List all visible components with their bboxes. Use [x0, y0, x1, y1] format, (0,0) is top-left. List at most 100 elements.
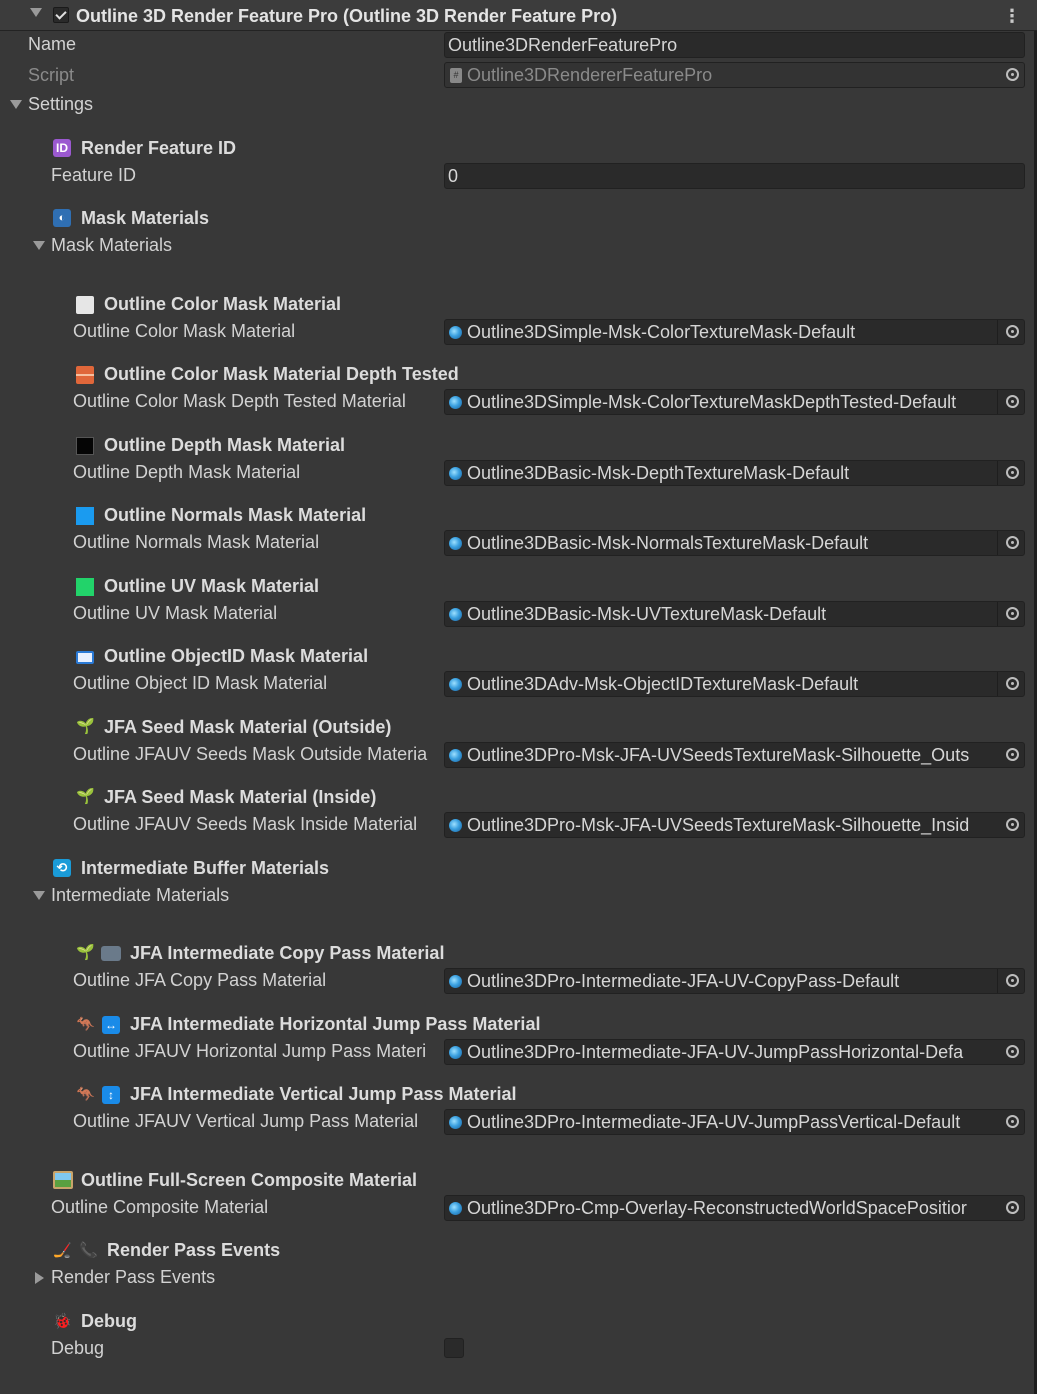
debug-heading: Debug — [81, 1311, 137, 1331]
mask-item-label: Outline Object ID Mask Material — [73, 673, 328, 693]
material-value: Outline3DPro-Msk-JFA-UVSeedsTextureMask-… — [467, 815, 970, 835]
object-picker-icon[interactable] — [1006, 677, 1019, 690]
material-value: Outline3DPro-Intermediate-JFA-UV-JumpPas… — [467, 1042, 964, 1062]
name-label: Name — [28, 34, 77, 54]
more-options-icon[interactable]: ⋮ — [1003, 6, 1021, 26]
material-icon — [449, 749, 462, 762]
mask-materials-foldout[interactable]: Mask Materials — [51, 235, 172, 256]
object-picker-icon[interactable] — [1006, 974, 1019, 987]
seedling-icon: 🌱 — [76, 788, 95, 805]
material-value: Outline3DPro-Intermediate-JFA-UV-CopyPas… — [467, 971, 900, 991]
hockey-icon: 🏒 — [53, 1242, 72, 1259]
mask-item-label: Outline JFAUV Seeds Mask Inside Material — [73, 814, 418, 834]
intermediate-item-field[interactable]: Outline3DPro-Intermediate-JFA-UV-JumpPas… — [444, 1109, 1025, 1135]
object-picker-icon — [1006, 68, 1019, 81]
mask-item-field[interactable]: Outline3DPro-Msk-JFA-UVSeedsTextureMask-… — [444, 812, 1025, 838]
blue-square-icon — [76, 507, 94, 525]
render-pass-events-heading: Render Pass Events — [107, 1240, 281, 1260]
mask-materials-heading: Mask Materials — [81, 208, 210, 228]
mask-item-heading: Outline Normals Mask Material — [104, 505, 367, 525]
material-value: Outline3DPro-Intermediate-JFA-UV-JumpPas… — [467, 1112, 961, 1132]
object-picker-icon[interactable] — [1006, 818, 1019, 831]
object-picker-icon[interactable] — [1006, 1201, 1019, 1214]
object-picker-icon[interactable] — [1006, 325, 1019, 338]
id-card-icon — [76, 651, 94, 664]
left-right-arrow-icon: ↔ — [102, 1016, 120, 1034]
object-picker-icon[interactable] — [1006, 1115, 1019, 1128]
mask-item-field[interactable]: Outline3DSimple-Msk-ColorTextureMaskDept… — [444, 389, 1025, 415]
intermediate-heading: Intermediate Buffer Materials — [81, 858, 330, 878]
debug-label: Debug — [51, 1338, 105, 1358]
camera-icon — [101, 946, 121, 961]
object-picker-icon[interactable] — [1006, 466, 1019, 479]
mask-item-label: Outline JFAUV Seeds Mask Outside Materia — [73, 744, 428, 764]
foldout-arrow-icon[interactable] — [30, 8, 42, 17]
script-value: Outline3DRendererFeaturePro — [467, 65, 713, 85]
intermediate-materials-foldout[interactable]: Intermediate Materials — [51, 885, 229, 906]
material-value: Outline3DBasic-Msk-DepthTextureMask-Defa… — [467, 463, 850, 483]
material-icon — [449, 1116, 462, 1129]
intermediate-item-field[interactable]: Outline3DPro-Intermediate-JFA-UV-CopyPas… — [444, 968, 1025, 994]
render-pass-events-foldout[interactable]: Render Pass Events — [51, 1267, 215, 1288]
ladybug-icon: 🐞 — [53, 1313, 72, 1330]
object-picker-icon[interactable] — [1006, 1045, 1019, 1058]
enabled-checkbox[interactable] — [53, 7, 69, 23]
material-icon — [449, 1202, 462, 1215]
script-label: Script — [28, 65, 75, 85]
intermediate-item-heading: JFA Intermediate Horizontal Jump Pass Ma… — [130, 1014, 541, 1034]
picture-icon — [53, 1171, 73, 1189]
white-square-icon — [76, 296, 94, 314]
mask-item-label: Outline Color Mask Depth Tested Material — [73, 391, 406, 411]
feature-id-input[interactable]: 0 — [444, 163, 1025, 189]
material-icon — [449, 467, 462, 480]
object-picker-icon[interactable] — [1006, 395, 1019, 408]
mask-foldout-arrow-icon[interactable] — [33, 241, 45, 250]
settings-foldout-arrow-icon[interactable] — [10, 100, 22, 109]
render-feature-id-heading: Render Feature ID — [81, 138, 237, 158]
material-value: Outline3DSimple-Msk-ColorTextureMaskDept… — [467, 392, 957, 412]
id-icon: ID — [53, 139, 71, 157]
intermediate-item-heading: JFA Intermediate Copy Pass Material — [130, 943, 445, 963]
material-icon — [449, 608, 462, 621]
mask-item-field[interactable]: Outline3DAdv-Msk-ObjectIDTextureMask-Def… — [444, 671, 1025, 697]
material-icon — [449, 396, 462, 409]
mask-item-heading: JFA Seed Mask Material (Outside) — [104, 717, 392, 737]
material-value: Outline3DBasic-Msk-UVTextureMask-Default — [467, 604, 827, 624]
refresh-icon: ⟲ — [53, 859, 71, 877]
mask-item-field[interactable]: Outline3DBasic-Msk-UVTextureMask-Default — [444, 601, 1025, 627]
settings-foldout[interactable]: Settings — [28, 94, 93, 115]
mask-item-field[interactable]: Outline3DBasic-Msk-DepthTextureMask-Defa… — [444, 460, 1025, 486]
object-picker-icon[interactable] — [1006, 536, 1019, 549]
material-value: Outline3DSimple-Msk-ColorTextureMask-Def… — [467, 322, 856, 342]
object-picker-icon[interactable] — [1006, 748, 1019, 761]
intermediate-item-label: Outline JFAUV Horizontal Jump Pass Mater… — [73, 1041, 427, 1061]
seedling-icon: 🌱 — [76, 944, 95, 961]
material-value: Outline3DAdv-Msk-ObjectIDTextureMask-Def… — [467, 674, 859, 694]
mask-item-field[interactable]: Outline3DSimple-Msk-ColorTextureMask-Def… — [444, 319, 1025, 345]
object-picker-icon[interactable] — [1006, 607, 1019, 620]
mask-item-field[interactable]: Outline3DBasic-Msk-NormalsTextureMask-De… — [444, 530, 1025, 556]
composite-field[interactable]: Outline3DPro-Cmp-Overlay-ReconstructedWo… — [444, 1195, 1025, 1221]
intermediate-item-label: Outline JFA Copy Pass Material — [73, 970, 327, 990]
material-value: Outline3DBasic-Msk-NormalsTextureMask-De… — [467, 533, 869, 553]
component-title: Outline 3D Render Feature Pro (Outline 3… — [76, 6, 618, 26]
seedling-icon: 🌱 — [76, 718, 95, 735]
mask-item-heading: JFA Seed Mask Material (Inside) — [104, 787, 377, 807]
material-icon — [449, 537, 462, 550]
intermediate-foldout-arrow-icon[interactable] — [33, 891, 45, 900]
mask-icon: ◐ — [53, 209, 71, 227]
mask-item-heading: Outline ObjectID Mask Material — [104, 646, 369, 666]
name-input[interactable]: Outline3DRenderFeaturePro — [444, 32, 1025, 58]
mask-item-label: Outline Color Mask Material — [73, 321, 296, 341]
kangaroo-icon: 🦘 — [76, 1086, 95, 1103]
black-square-icon — [76, 437, 94, 455]
material-icon — [449, 975, 462, 988]
intermediate-item-field[interactable]: Outline3DPro-Intermediate-JFA-UV-JumpPas… — [444, 1039, 1025, 1065]
intermediate-item-label: Outline JFAUV Vertical Jump Pass Materia… — [73, 1111, 419, 1131]
intermediate-item-heading: JFA Intermediate Vertical Jump Pass Mate… — [130, 1084, 517, 1104]
mask-item-heading: Outline Color Mask Material Depth Tested — [104, 364, 459, 384]
material-value: Outline3DPro-Cmp-Overlay-ReconstructedWo… — [467, 1198, 967, 1218]
debug-checkbox[interactable] — [444, 1338, 464, 1358]
render-pass-foldout-arrow-icon[interactable] — [35, 1272, 44, 1284]
mask-item-field[interactable]: Outline3DPro-Msk-JFA-UVSeedsTextureMask-… — [444, 742, 1025, 768]
